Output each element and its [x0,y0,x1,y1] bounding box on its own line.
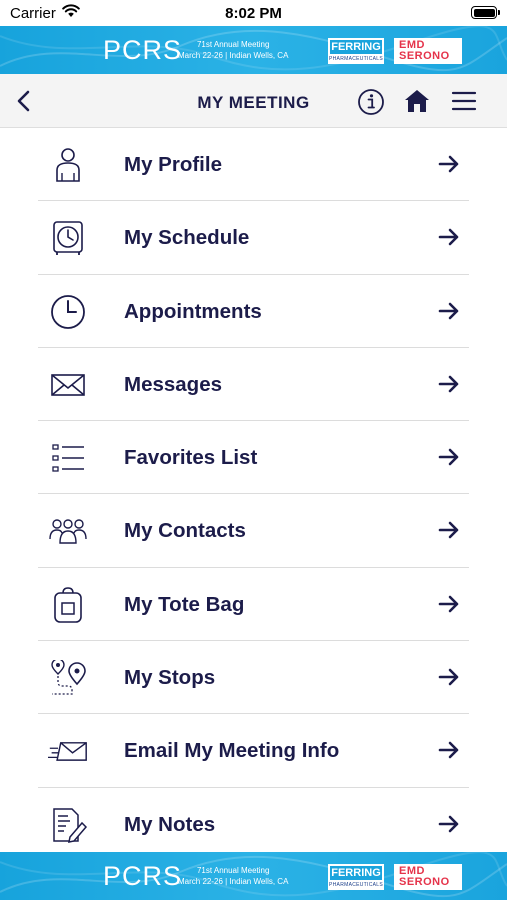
alarm-clock-icon [53,221,83,256]
envelope-icon [51,374,85,396]
checklist-icon [52,444,84,472]
arrow-right-icon [438,742,459,759]
notes-icon [53,807,88,843]
meeting-line-1: 71st Annual Meeting [196,866,270,875]
menu-item-my-schedule[interactable]: My Schedule [0,201,507,275]
meeting-line-2: March 22-26 | Indian Wells, CA [178,51,289,60]
status-bar: Carrier 8:02 PM [0,0,507,26]
menu-item-label: Favorites List [124,446,258,470]
info-icon[interactable] [357,88,385,116]
menu-item-label: My Schedule [124,226,250,250]
arrow-right-icon [438,375,459,393]
battery-icon [471,6,500,19]
meeting-menu-list: My Profile My Schedule Appointments Mess… [0,128,507,852]
map-pins-icon [51,660,86,695]
menu-item-label: My Contacts [124,519,246,543]
sponsor-banner-bottom[interactable]: PCRS 71st Annual Meeting March 22-26 | I… [0,852,507,900]
arrow-right-icon [438,302,459,319]
hamburger-icon[interactable] [451,90,477,112]
meeting-line-1: 71st Annual Meeting [196,40,270,49]
menu-item-label: Appointments [124,299,262,323]
pcrs-logo: PCRS [103,35,183,65]
sponsor-banner-top[interactable]: PCRS 71st Annual Meeting March 22-26 | I… [0,26,507,74]
menu-item-label: My Profile [124,153,222,176]
emd-line-2: SERONO [399,50,450,62]
menu-item-label: My Notes [124,812,216,836]
arrow-right-icon [438,448,459,466]
clock-icon [51,294,85,329]
bag-icon [54,587,82,623]
emd-serono-logo: EMD SERONO [394,864,462,890]
pcrs-logo: PCRS [103,861,183,891]
ferring-sub: PHARMACEUTICALS [329,56,383,62]
status-time: 8:02 PM [225,5,282,22]
emd-serono-logo: EMD SERONO [394,38,462,64]
ferring-sub: PHARMACEUTICALS [329,882,383,888]
menu-item-label: My Tote Bag [124,592,245,616]
menu-item-my-profile[interactable]: My Profile [0,128,507,202]
person-icon [56,148,80,182]
menu-item-my-tote-bag[interactable]: My Tote Bag [0,568,507,642]
arrow-right-icon [438,155,459,173]
emd-line-2: SERONO [399,876,450,888]
arrow-right-icon [438,815,459,832]
menu-item-messages[interactable]: Messages [0,348,507,422]
send-mail-icon [48,742,87,762]
menu-item-email-my-meeting-info[interactable]: Email My Meeting Info [0,714,507,788]
ferring-name: FERRING [330,40,382,54]
arrow-right-icon [438,228,459,246]
menu-item-label: Email My Meeting Info [124,739,340,763]
arrow-right-icon [438,668,459,686]
meeting-line-2: March 22-26 | Indian Wells, CA [178,877,289,886]
ferring-logo: FERRING PHARMACEUTICALS [328,38,384,64]
ferring-logo: FERRING PHARMACEUTICALS [328,864,384,890]
ferring-name: FERRING [330,866,382,880]
menu-item-appointments[interactable]: Appointments [0,275,507,348]
meeting-info: 71st Annual Meeting March 22-26 | Indian… [178,39,288,61]
nav-header: MY MEETING [0,74,507,128]
menu-item-label: My Stops [124,666,216,690]
arrow-right-icon [438,522,459,539]
home-icon[interactable] [403,88,431,114]
menu-item-my-notes[interactable]: My Notes [0,788,507,852]
menu-item-label: Messages [124,372,223,396]
group-icon [49,519,87,545]
menu-item-my-stops[interactable]: My Stops [0,641,507,715]
arrow-right-icon [438,595,459,613]
menu-item-favorites-list[interactable]: Favorites List [0,421,507,495]
menu-item-my-contacts[interactable]: My Contacts [0,494,507,568]
meeting-info: 71st Annual Meeting March 22-26 | Indian… [178,865,288,887]
